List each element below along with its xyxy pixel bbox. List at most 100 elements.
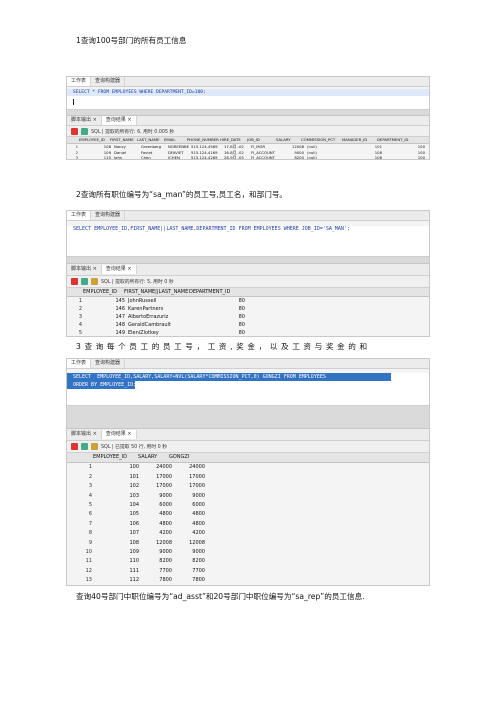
table-cell[interactable]: 100 bbox=[384, 155, 427, 159]
table-cell[interactable]: (null) bbox=[306, 155, 347, 159]
tab-query-builder[interactable]: 查询构建器 bbox=[91, 211, 126, 220]
table-cell[interactable]: 8200 bbox=[174, 557, 207, 566]
table-cell[interactable]: 8200 bbox=[141, 557, 174, 566]
table-row[interactable]: 1 145 JohnRussell 80 bbox=[67, 297, 429, 305]
tab-query-builder[interactable]: 查询构建器 bbox=[91, 359, 126, 368]
table-cell[interactable]: 12008 bbox=[174, 539, 207, 548]
column-header[interactable]: EMAIL bbox=[163, 137, 186, 143]
table-cell[interactable]: 106 bbox=[94, 520, 141, 529]
table-cell[interactable]: 105 bbox=[94, 510, 141, 519]
table-cell[interactable]: John bbox=[113, 155, 140, 159]
table-cell[interactable]: 4200 bbox=[141, 529, 174, 538]
table-row[interactable]: 8 107 4200 4200 bbox=[67, 529, 429, 538]
table-cell[interactable]: 108 bbox=[347, 155, 384, 159]
tab-script-output[interactable]: 脚本输出 × bbox=[67, 430, 102, 439]
table-cell[interactable]: GeraldCambrault bbox=[127, 321, 192, 329]
pin-icon[interactable] bbox=[71, 278, 78, 285]
table-cell[interactable]: 103 bbox=[94, 492, 141, 501]
table-cell[interactable]: 147 bbox=[84, 313, 127, 321]
table-row[interactable]: 5 104 6000 6000 bbox=[67, 501, 429, 510]
q2-sql-editor[interactable]: SELECT EMPLOYEE_ID,FIRST_NAME||LAST_NAME… bbox=[67, 226, 429, 257]
table-cell[interactable]: 112 bbox=[94, 576, 141, 585]
table-cell[interactable]: AlbertoErrazuriz bbox=[127, 313, 192, 321]
table-cell[interactable]: 8200 bbox=[279, 155, 306, 159]
table-cell[interactable]: 4800 bbox=[174, 520, 207, 529]
table-cell[interactable]: 102 bbox=[94, 482, 141, 491]
table-cell[interactable]: 7800 bbox=[141, 576, 174, 585]
table-cell[interactable]: 80 bbox=[192, 321, 247, 329]
table-row[interactable]: 7 106 4800 4800 bbox=[67, 520, 429, 529]
table-cell[interactable]: 17000 bbox=[141, 482, 174, 491]
tab-query-result[interactable]: 查询结果 × bbox=[101, 265, 137, 274]
table-cell[interactable]: 9000 bbox=[141, 548, 174, 557]
table-cell[interactable]: 515.124.4269 bbox=[190, 155, 223, 159]
table-row[interactable]: 10 109 9000 9000 bbox=[67, 548, 429, 557]
table-cell[interactable]: 101 bbox=[94, 473, 141, 482]
table-cell[interactable]: 17000 bbox=[174, 482, 207, 491]
table-cell[interactable]: 80 bbox=[192, 305, 247, 313]
tab-script-output[interactable]: 脚本输出 × bbox=[67, 265, 102, 274]
tab-worksheet[interactable]: 工作表 bbox=[67, 77, 92, 86]
table-cell[interactable]: EleniZlotkey bbox=[127, 329, 192, 336]
column-header[interactable]: FIRST_NAME||LAST_NAME bbox=[123, 288, 188, 296]
table-cell[interactable]: 9000 bbox=[174, 492, 207, 501]
column-header[interactable]: GONGZI bbox=[168, 453, 199, 462]
table-cell[interactable]: 17000 bbox=[141, 473, 174, 482]
table-cell[interactable]: 28-9月 -05 bbox=[223, 155, 250, 159]
table-cell[interactable]: 17000 bbox=[174, 473, 207, 482]
column-header[interactable]: EMPLOYEE_ID bbox=[82, 288, 123, 296]
tab-query-builder[interactable]: 查询构建器 bbox=[91, 77, 126, 86]
table-cell[interactable]: 107 bbox=[94, 529, 141, 538]
table-row[interactable]: 1 100 24000 24000 bbox=[67, 463, 429, 472]
table-cell[interactable]: 7800 bbox=[174, 576, 207, 585]
column-header[interactable]: JOB_ID bbox=[246, 137, 275, 143]
table-cell[interactable]: 7700 bbox=[174, 567, 207, 576]
table-cell[interactable]: 4200 bbox=[174, 529, 207, 538]
table-row[interactable]: 11 110 8200 8200 bbox=[67, 557, 429, 566]
table-cell[interactable]: 80 bbox=[192, 313, 247, 321]
q3-splitter[interactable] bbox=[67, 406, 429, 429]
table-cell[interactable]: 110 bbox=[80, 155, 113, 159]
pin-icon[interactable] bbox=[71, 127, 78, 135]
q1-sql-editor[interactable]: SELECT * FROM EMPLOYEES WHERE DEPARTMENT… bbox=[67, 89, 429, 110]
table-cell[interactable]: 6000 bbox=[141, 501, 174, 510]
export-icon[interactable] bbox=[91, 278, 98, 285]
column-header[interactable]: COMMISSION_PCT bbox=[300, 137, 341, 143]
tab-query-result[interactable]: 查询结果 × bbox=[101, 116, 137, 125]
table-cell[interactable]: 145 bbox=[84, 297, 127, 305]
table-row[interactable]: 13 112 7800 7800 bbox=[67, 576, 429, 585]
table-cell[interactable]: 149 bbox=[84, 329, 127, 336]
table-row[interactable]: 5 149 EleniZlotkey 80 bbox=[67, 329, 429, 336]
table-row[interactable]: 2 146 KarenPartners 80 bbox=[67, 305, 429, 313]
q2-sql-line[interactable]: SELECT EMPLOYEE_ID,FIRST_NAME||LAST_NAME… bbox=[67, 226, 429, 233]
export-icon[interactable] bbox=[91, 443, 98, 450]
table-cell[interactable]: 111 bbox=[94, 567, 141, 576]
table-cell[interactable]: JohnRussell bbox=[127, 297, 192, 305]
table-cell[interactable]: 4800 bbox=[174, 510, 207, 519]
column-header[interactable]: HIRE_DATE bbox=[219, 137, 246, 143]
table-cell[interactable]: 110 bbox=[94, 557, 141, 566]
table-cell[interactable]: 146 bbox=[84, 305, 127, 313]
column-header[interactable]: LAST_NAME bbox=[136, 137, 163, 143]
table-row[interactable]: 12 111 7700 7700 bbox=[67, 567, 429, 576]
table-cell[interactable]: 80 bbox=[192, 329, 247, 336]
table-row[interactable]: 9 108 12008 12008 bbox=[67, 539, 429, 548]
table-cell[interactable]: 100 bbox=[94, 463, 141, 472]
column-header[interactable]: DEPARTMENT_ID bbox=[376, 137, 417, 143]
pin-icon[interactable] bbox=[71, 443, 78, 450]
column-header[interactable]: SALARY bbox=[275, 137, 300, 143]
table-row[interactable]: 3 147 AlbertoErrazuriz 80 bbox=[67, 313, 429, 321]
table-row[interactable]: 4 148 GeraldCambrault 80 bbox=[67, 321, 429, 329]
table-row[interactable]: 2 101 17000 17000 bbox=[67, 473, 429, 482]
table-row[interactable]: 3 102 17000 17000 bbox=[67, 482, 429, 491]
grid-icon[interactable] bbox=[81, 443, 88, 450]
table-cell[interactable]: 104 bbox=[94, 501, 141, 510]
column-header[interactable]: DEPARTMENT_ID bbox=[188, 288, 241, 296]
grid-icon[interactable] bbox=[81, 278, 88, 285]
table-cell[interactable]: 108 bbox=[94, 539, 141, 548]
table-cell[interactable]: FI_ACCOUNT bbox=[250, 155, 279, 159]
table-cell[interactable]: 148 bbox=[84, 321, 127, 329]
table-cell[interactable]: 4800 bbox=[141, 510, 174, 519]
table-cell[interactable]: 6000 bbox=[174, 501, 207, 510]
tab-query-result[interactable]: 查询结果 × bbox=[101, 430, 137, 439]
